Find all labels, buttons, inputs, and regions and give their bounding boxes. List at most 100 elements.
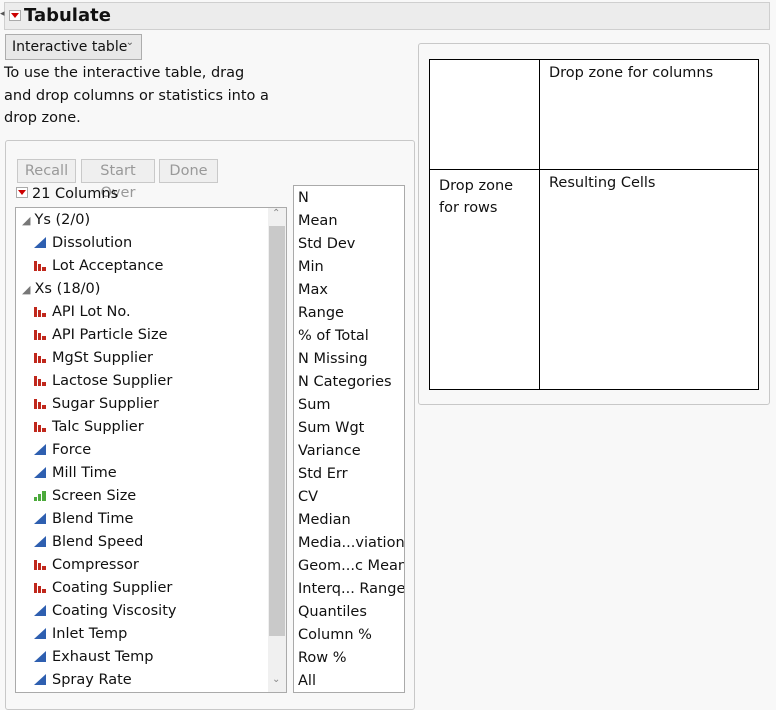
statistic-item[interactable]: Variance bbox=[298, 440, 361, 463]
column-label: Talc Supplier bbox=[52, 419, 144, 435]
statistic-item[interactable]: Mean bbox=[298, 210, 338, 233]
column-group[interactable]: ◢ Ys (2/0) bbox=[22, 209, 90, 232]
nominal-icon bbox=[34, 307, 46, 317]
nominal-icon bbox=[34, 422, 46, 432]
scrollbar-thumb[interactable] bbox=[269, 226, 285, 636]
column-label: Lot Acceptance bbox=[52, 258, 164, 274]
statistic-item[interactable]: Geom...c Mean bbox=[298, 555, 404, 578]
column-item[interactable]: Talc Supplier bbox=[34, 416, 144, 439]
statistic-item[interactable]: N Categories bbox=[298, 371, 392, 394]
column-label: Coating Viscosity bbox=[52, 603, 177, 619]
column-item[interactable]: Compressor bbox=[34, 554, 139, 577]
nominal-icon bbox=[34, 330, 46, 340]
column-label: Compressor bbox=[52, 557, 139, 573]
row-drop-zone[interactable]: Drop zone for rows bbox=[439, 175, 529, 219]
column-item[interactable]: Lot Acceptance bbox=[34, 255, 163, 278]
column-label: Force bbox=[52, 442, 92, 458]
scroll-down-icon[interactable]: ⌄ bbox=[272, 674, 280, 685]
nominal-icon bbox=[34, 399, 46, 409]
column-label: Sugar Supplier bbox=[52, 396, 159, 412]
columns-menu-icon[interactable] bbox=[16, 187, 28, 198]
statistic-item[interactable]: CV bbox=[298, 486, 318, 509]
continuous-icon bbox=[34, 605, 46, 616]
column-label: Mill Time bbox=[52, 465, 117, 481]
column-item[interactable]: Dissolution bbox=[34, 232, 132, 255]
statistic-item[interactable]: Column % bbox=[298, 624, 372, 647]
column-item[interactable]: Coating Viscosity bbox=[34, 600, 176, 623]
continuous-icon bbox=[34, 444, 46, 455]
column-label: MgSt Supplier bbox=[52, 350, 153, 366]
column-item[interactable]: Lactose Supplier bbox=[34, 370, 172, 393]
nominal-icon bbox=[34, 583, 46, 593]
statistic-item[interactable]: N bbox=[298, 187, 309, 210]
statistics-list[interactable]: N Mean Std Dev Min Max Range% of Total N Missi… bbox=[293, 185, 405, 693]
chevron-down-icon: ⌄ bbox=[125, 37, 134, 48]
recall-button[interactable]: Recall bbox=[17, 159, 76, 183]
statistic-item[interactable]: Quantiles bbox=[298, 601, 367, 624]
group-collapse-icon[interactable]: ◢ bbox=[22, 283, 30, 296]
column-label: Ys (2/0) bbox=[34, 212, 91, 228]
nominal-icon bbox=[34, 376, 46, 386]
column-item[interactable]: MgSt Supplier bbox=[34, 347, 153, 370]
column-item[interactable]: Blend Time bbox=[34, 508, 133, 531]
statistic-item[interactable]: % of Total bbox=[298, 325, 369, 348]
red-triangle-menu-icon[interactable] bbox=[9, 10, 21, 21]
column-label: Screen Size bbox=[52, 488, 137, 504]
done-button[interactable]: Done bbox=[159, 159, 218, 183]
statistic-item[interactable]: Max bbox=[298, 279, 328, 302]
statistic-item[interactable]: Row % bbox=[298, 647, 347, 670]
scroll-up-icon[interactable]: ⌃ bbox=[272, 208, 280, 219]
column-item[interactable]: API Particle Size bbox=[34, 324, 168, 347]
column-item[interactable]: Inlet Temp bbox=[34, 623, 127, 646]
start-over-button[interactable]: Start Over bbox=[81, 159, 155, 201]
mode-select[interactable]: Interactive table ⌄ bbox=[5, 34, 142, 60]
column-item[interactable]: Exhaust Temp bbox=[34, 646, 154, 669]
statistic-item[interactable]: All bbox=[298, 670, 316, 692]
column-item[interactable]: Force bbox=[34, 439, 91, 462]
column-label: Spray Rate bbox=[52, 672, 132, 688]
column-item[interactable]: Mill Time bbox=[34, 462, 117, 485]
column-item[interactable]: Coating Supplier bbox=[34, 577, 172, 600]
column-item[interactable]: Blend Speed bbox=[34, 531, 143, 554]
continuous-icon bbox=[34, 237, 46, 248]
column-item[interactable]: Spray Rate bbox=[34, 669, 132, 692]
column-label: Coating Supplier bbox=[52, 580, 173, 596]
statistic-item[interactable]: Std Dev bbox=[298, 233, 355, 256]
statistic-item[interactable]: Sum Wgt bbox=[298, 417, 364, 440]
columns-count: 21 Columns bbox=[32, 186, 119, 202]
column-item[interactable]: Sugar Supplier bbox=[34, 393, 159, 416]
continuous-icon bbox=[34, 674, 46, 685]
ordinal-icon bbox=[34, 491, 46, 501]
continuous-icon bbox=[34, 536, 46, 547]
column-label: API Lot No. bbox=[52, 304, 131, 320]
continuous-icon bbox=[34, 467, 46, 478]
report-title: Tabulate bbox=[24, 5, 111, 26]
instructions-text: To use the interactive table, drag and d… bbox=[4, 65, 269, 126]
outline-header bbox=[4, 2, 770, 30]
continuous-icon bbox=[34, 513, 46, 524]
column-label: Lactose Supplier bbox=[52, 373, 173, 389]
statistic-item[interactable]: Sum bbox=[298, 394, 331, 417]
continuous-icon bbox=[34, 651, 46, 662]
disclosure-icon[interactable]: ◂ bbox=[0, 9, 5, 19]
column-group[interactable]: ◢ Xs (18/0) bbox=[22, 278, 100, 301]
column-item[interactable]: API Lot No. bbox=[34, 301, 131, 324]
nominal-icon bbox=[34, 261, 46, 271]
statistic-item[interactable]: Range bbox=[298, 302, 344, 325]
group-collapse-icon[interactable]: ◢ bbox=[22, 214, 30, 227]
statistic-item[interactable]: Interq... Range bbox=[298, 578, 404, 601]
column-label: Dissolution bbox=[52, 235, 133, 251]
statistic-item[interactable]: Min bbox=[298, 256, 324, 279]
statistic-item[interactable]: Media...viation bbox=[298, 532, 404, 555]
statistic-item[interactable]: Median bbox=[298, 509, 351, 532]
column-list[interactable]: ◢ Ys (2/0) Dissolution Lot Acceptance ◢ Xs (1… bbox=[15, 207, 287, 693]
statistic-item[interactable]: Std Err bbox=[298, 463, 348, 486]
tabulate-table: Drop zone for columns Drop zone for rows… bbox=[429, 59, 759, 390]
column-label: Xs (18/0) bbox=[34, 281, 101, 297]
column-label: Blend Time bbox=[52, 511, 134, 527]
column-drop-zone[interactable]: Drop zone for columns bbox=[549, 65, 713, 81]
column-label: Exhaust Temp bbox=[52, 649, 154, 665]
statistic-item[interactable]: N Missing bbox=[298, 348, 368, 371]
column-label: API Particle Size bbox=[52, 327, 168, 343]
column-item[interactable]: Screen Size bbox=[34, 485, 136, 508]
